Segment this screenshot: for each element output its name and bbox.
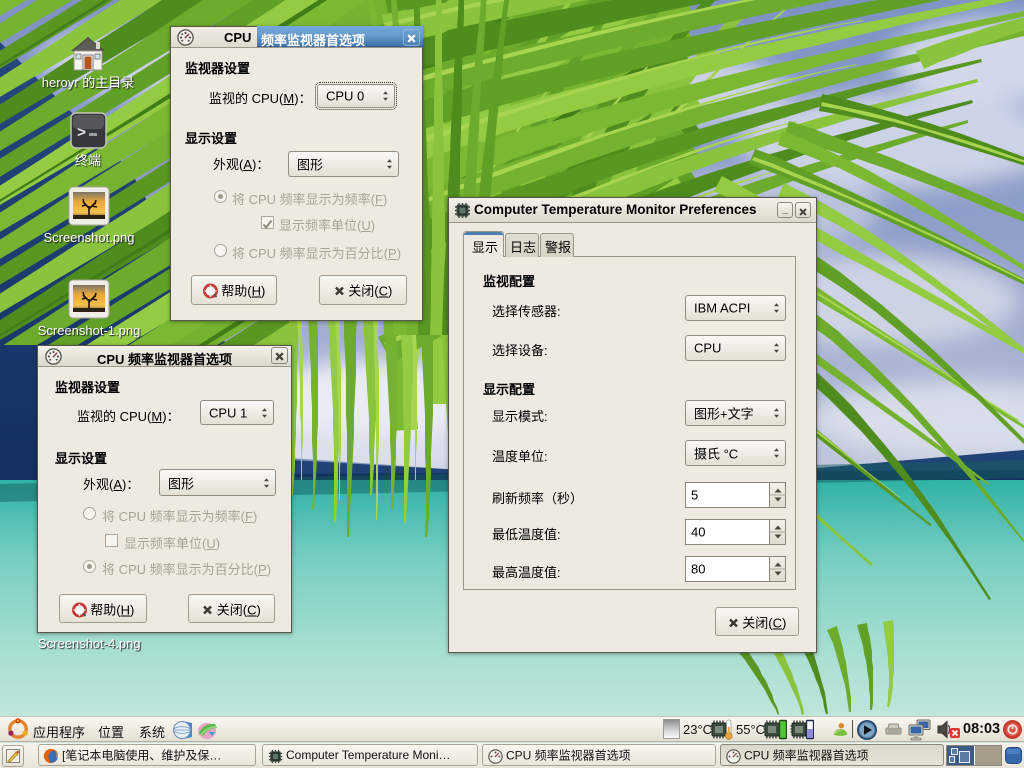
svg-text:>: > [77, 125, 86, 142]
